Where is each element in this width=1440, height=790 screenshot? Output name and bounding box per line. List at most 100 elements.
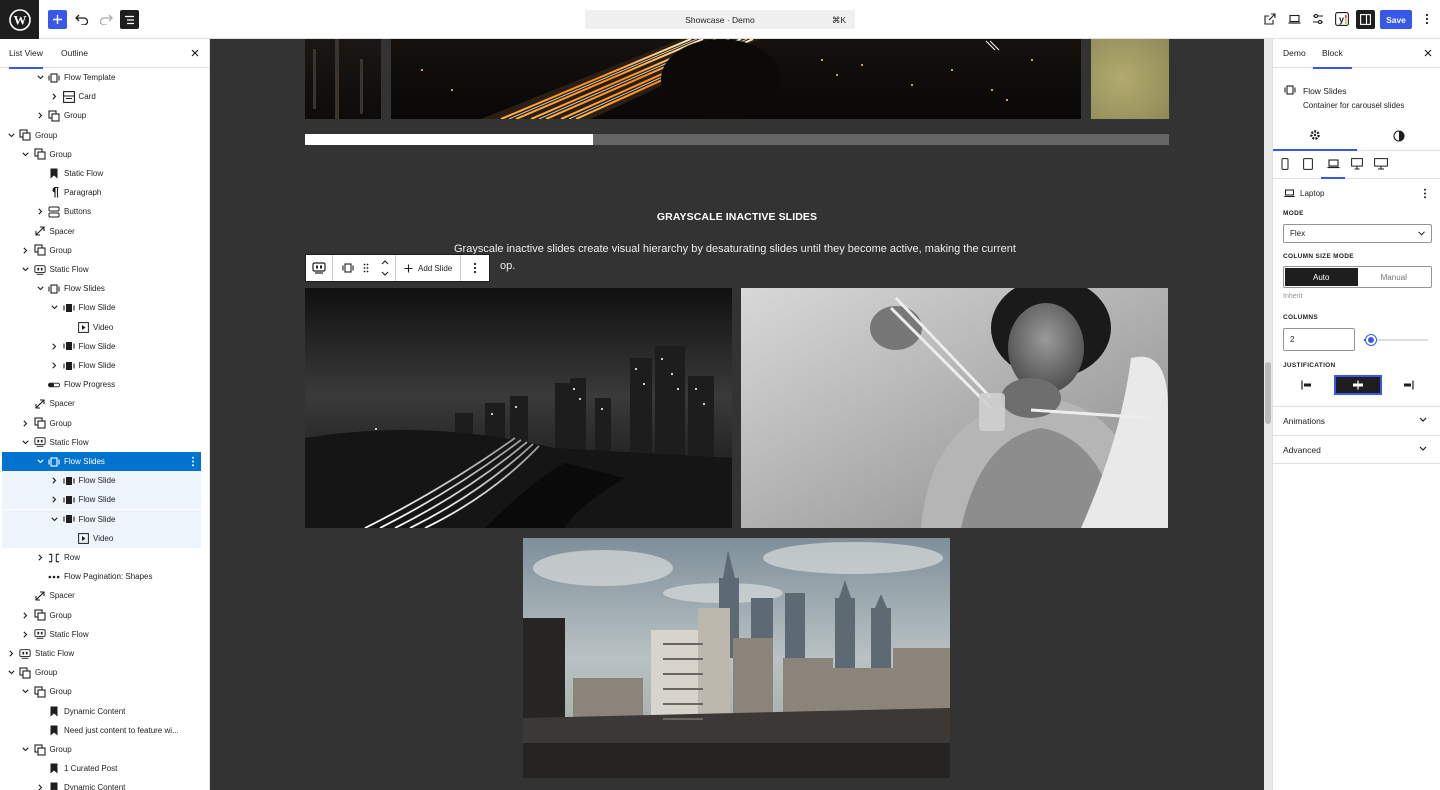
gear-icon[interactable] <box>1273 120 1357 151</box>
undo-icon[interactable] <box>72 9 92 29</box>
slide-image-child-bubbles-grayscale[interactable] <box>741 288 1168 528</box>
chevron-right-icon[interactable] <box>50 92 60 102</box>
block-options-icon[interactable] <box>461 255 489 281</box>
list-item[interactable]: Flow Slide <box>2 509 201 529</box>
list-item[interactable]: Flow Slide <box>2 298 201 317</box>
column-size-auto-option[interactable]: Auto <box>1285 268 1358 286</box>
list-item[interactable]: Row <box>2 548 201 567</box>
styles-contrast-icon[interactable] <box>1357 120 1440 151</box>
list-item[interactable]: Flow Slide <box>2 337 201 356</box>
chevron-right-icon[interactable] <box>35 783 45 790</box>
canvas-scrollbar-thumb[interactable] <box>1265 362 1271 424</box>
list-item[interactable]: Group <box>2 106 201 125</box>
section-heading[interactable]: GRAYSCALE INACTIVE SLIDES <box>305 211 1169 223</box>
wordpress-logo-icon[interactable]: W <box>0 0 39 39</box>
list-item[interactable]: Spacer <box>2 394 201 413</box>
add-block-button[interactable] <box>48 10 67 29</box>
tablet-icon[interactable] <box>1303 158 1313 170</box>
justify-center-icon[interactable] <box>1333 375 1382 395</box>
slide-image-city-night-grayscale[interactable] <box>305 288 732 528</box>
chevron-right-icon[interactable] <box>21 245 31 255</box>
columns-input[interactable]: 2 <box>1283 328 1355 351</box>
list-item[interactable]: Group <box>2 740 201 759</box>
block-options-icon[interactable] <box>191 456 195 467</box>
list-item[interactable]: Flow Slides <box>2 279 201 298</box>
parent-block-icon[interactable] <box>306 255 333 281</box>
mobile-icon[interactable] <box>1281 158 1289 170</box>
list-item[interactable]: Group <box>2 241 201 260</box>
options-menu-icon[interactable] <box>1417 9 1437 29</box>
chevron-right-icon[interactable] <box>50 341 60 351</box>
editor-canvas[interactable]: GRAYSCALE INACTIVE SLIDES Grayscale inac… <box>210 39 1264 790</box>
mode-select[interactable]: Flex <box>1283 224 1432 243</box>
justify-right-icon[interactable] <box>1384 375 1432 395</box>
list-item[interactable]: Group <box>2 606 201 625</box>
chevron-right-icon[interactable] <box>21 629 31 639</box>
chevron-down-icon[interactable] <box>6 130 16 140</box>
list-item[interactable]: Static Flow <box>2 433 201 452</box>
chevron-right-icon[interactable] <box>35 207 45 217</box>
tab-outline[interactable]: Outline <box>61 39 88 68</box>
list-item[interactable]: Group <box>2 414 201 433</box>
chevron-right-icon[interactable] <box>21 418 31 428</box>
list-item[interactable]: Static Flow <box>2 260 201 279</box>
list-item[interactable]: Static Flow <box>2 625 201 644</box>
wide-desktop-icon[interactable] <box>1374 158 1388 170</box>
animations-panel-toggle[interactable]: Animations <box>1273 406 1440 435</box>
list-item[interactable]: Video <box>2 528 201 548</box>
tab-block[interactable]: Block <box>1313 39 1352 69</box>
flow-slides-block-icon[interactable] <box>338 255 358 281</box>
list-item[interactable]: Flow Progress <box>2 375 201 394</box>
add-slide-button[interactable]: Add Slide <box>396 255 462 281</box>
list-item[interactable]: Group <box>2 145 201 164</box>
document-overview-icon[interactable] <box>120 10 139 29</box>
list-item[interactable]: Group <box>2 126 201 145</box>
chevron-right-icon[interactable] <box>35 553 45 563</box>
close-icon[interactable] <box>1423 48 1433 58</box>
chevron-down-icon[interactable] <box>35 457 45 467</box>
list-item[interactable]: Group <box>2 663 201 682</box>
command-palette-button[interactable]: Showcase · Demo ⌘K <box>585 10 855 29</box>
chevron-down-icon[interactable] <box>50 514 60 524</box>
redo-icon[interactable] <box>96 9 116 29</box>
list-item[interactable]: Static Flow <box>2 164 201 183</box>
chevron-right-icon[interactable] <box>6 649 16 659</box>
chevron-down-icon[interactable] <box>6 668 16 678</box>
list-item[interactable]: Flow Template <box>2 68 201 87</box>
columns-slider-thumb[interactable] <box>1366 335 1376 345</box>
chevron-right-icon[interactable] <box>35 111 45 121</box>
move-up-down-icon[interactable] <box>374 255 396 281</box>
close-icon[interactable] <box>190 48 200 58</box>
list-item[interactable]: Flow Slide <box>2 356 201 375</box>
tab-demo[interactable]: Demo <box>1283 39 1306 68</box>
view-external-icon[interactable] <box>1260 9 1280 29</box>
list-item[interactable]: Video <box>2 318 201 337</box>
settings-sidebar-toggle-icon[interactable] <box>1356 10 1375 29</box>
justify-left-icon[interactable] <box>1283 375 1331 395</box>
chevron-right-icon[interactable] <box>50 476 60 486</box>
list-item[interactable]: Need just content to feature wi... <box>2 721 201 740</box>
chevron-down-icon[interactable] <box>21 745 31 755</box>
chevron-down-icon[interactable] <box>21 687 31 697</box>
desktop-icon[interactable] <box>1351 158 1363 170</box>
drag-handle-icon[interactable] <box>358 255 374 281</box>
breakpoint-options-icon[interactable] <box>1423 188 1427 199</box>
advanced-panel-toggle[interactable]: Advanced <box>1273 435 1440 464</box>
list-item[interactable]: Flow Slide <box>2 490 201 510</box>
save-button[interactable]: Save <box>1380 10 1412 29</box>
chevron-down-icon[interactable] <box>21 437 31 447</box>
chevron-down-icon[interactable] <box>21 265 31 275</box>
list-item[interactable]: Card <box>2 87 201 106</box>
list-item[interactable]: Flow Pagination: Shapes <box>2 567 201 586</box>
chevron-down-icon[interactable] <box>35 73 45 83</box>
chevron-right-icon[interactable] <box>50 361 60 371</box>
list-item[interactable]: Flow Slide <box>2 471 201 491</box>
slide-image-philadelphia-skyline[interactable] <box>523 538 950 778</box>
chevron-down-icon[interactable] <box>35 284 45 294</box>
list-item[interactable]: Dynamic Content <box>2 702 201 721</box>
preview-device-icon[interactable] <box>1284 9 1304 29</box>
tab-list-view[interactable]: List View <box>9 39 43 69</box>
list-item[interactable]: Buttons <box>2 202 201 221</box>
chevron-right-icon[interactable] <box>21 610 31 620</box>
list-item[interactable]: Paragraph <box>2 183 201 202</box>
